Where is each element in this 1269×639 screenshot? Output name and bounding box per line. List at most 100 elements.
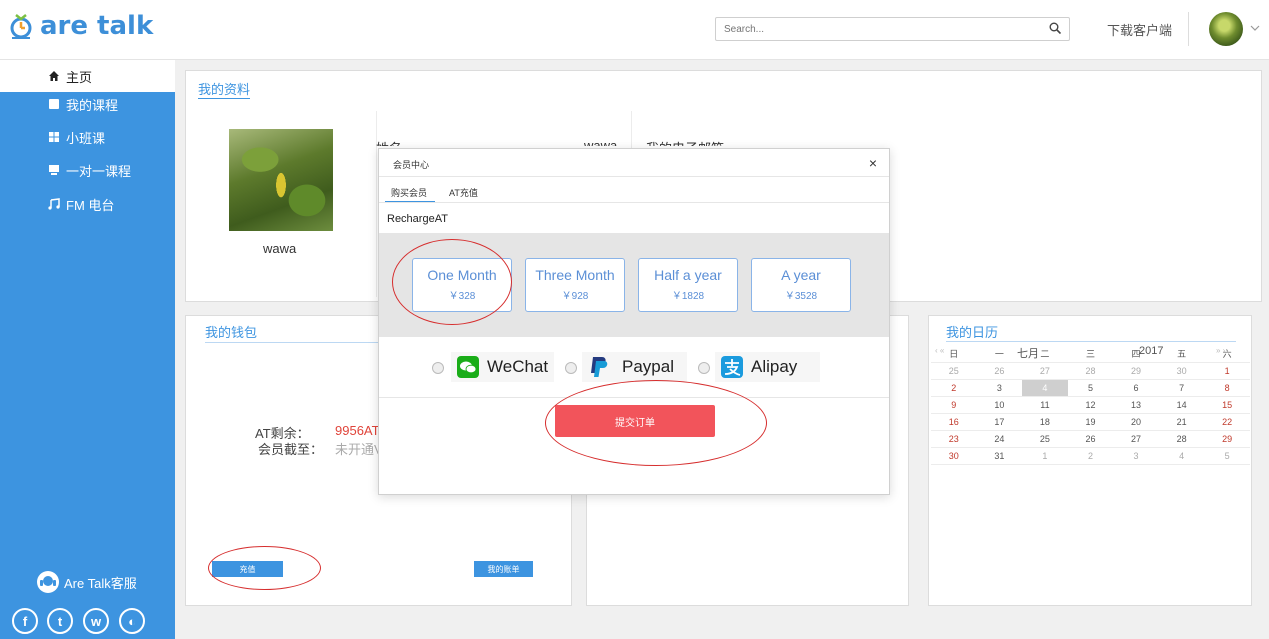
wechat-pay-icon [457, 356, 479, 378]
weekday: 四 [1113, 345, 1159, 363]
calendar-day[interactable]: 19 [1067, 413, 1114, 431]
calendar-day[interactable]: 5 [1067, 379, 1114, 397]
plan-price: ￥3528 [784, 291, 818, 302]
close-icon[interactable]: × [869, 155, 877, 171]
calendar-day[interactable]: 1 [1022, 447, 1068, 465]
calendar-day[interactable]: 6 [1113, 379, 1159, 397]
payment-option-alipay[interactable]: Alipay [715, 352, 820, 382]
calendar-day[interactable]: 13 [1113, 396, 1159, 414]
calendar-day[interactable]: 29 [1204, 430, 1250, 448]
logo[interactable]: are talk [10, 12, 153, 40]
sidebar-item-one-on-one[interactable]: 一对一课程 [0, 154, 175, 186]
sidebar-item-small-class[interactable]: 小班课 [0, 121, 175, 153]
board-icon [49, 165, 59, 175]
calendar-day[interactable]: 26 [1067, 430, 1114, 448]
search-icon[interactable] [1049, 22, 1061, 34]
plan-half-year[interactable]: Half a year ￥1828 [638, 258, 738, 312]
calendar-day[interactable]: 12 [1067, 396, 1114, 414]
calendar-day[interactable]: 5 [1204, 447, 1250, 465]
calendar-week-row: 9 10 11 12 13 14 15 [931, 396, 1250, 414]
calendar-day[interactable]: 20 [1113, 413, 1159, 431]
tab-divider [379, 202, 889, 203]
brand-name: are talk [40, 11, 154, 41]
calendar-day[interactable]: 3 [976, 379, 1023, 397]
sidebar-item-label: 小班课 [66, 130, 106, 146]
paypal-icon [591, 357, 608, 377]
modal-title: 会员中心 [393, 160, 430, 170]
my-bill-button[interactable]: 我的账单 [474, 561, 533, 577]
customer-service-link[interactable]: Are Talk客服 [36, 570, 137, 594]
calendar-day[interactable]: 23 [931, 430, 977, 448]
sidebar-item-my-courses[interactable]: 我的课程 [0, 88, 175, 120]
calendar-day[interactable]: 16 [931, 413, 977, 431]
calendar-day[interactable]: 28 [1067, 362, 1114, 380]
calendar-day[interactable]: 15 [1204, 396, 1250, 414]
tab-at-recharge[interactable]: AT充值 [449, 186, 478, 199]
calendar-day[interactable]: 27 [1022, 362, 1068, 380]
calendar-day[interactable]: 1 [1204, 362, 1250, 380]
calendar-day[interactable]: 27 [1113, 430, 1159, 448]
calendar-day[interactable]: 7 [1158, 379, 1205, 397]
search-input[interactable] [716, 18, 1036, 40]
plan-name: Half a year [654, 267, 722, 283]
calendar-day[interactable]: 11 [1022, 396, 1068, 414]
calendar-day[interactable]: 2 [1067, 447, 1114, 465]
twitter-icon[interactable]: t [47, 608, 73, 634]
sidebar-item-label: 主页 [66, 69, 93, 85]
calendar-day[interactable]: 29 [1113, 362, 1159, 380]
payment-radio-alipay[interactable] [698, 362, 710, 374]
sidebar-item-fm-radio[interactable]: FM 电台 [0, 188, 175, 220]
calendar-day[interactable]: 17 [976, 413, 1023, 431]
avatar[interactable] [1209, 12, 1243, 46]
calendar-day[interactable]: 24 [976, 430, 1023, 448]
chevron-down-icon[interactable] [1250, 23, 1260, 33]
calendar-title-rule [946, 341, 1236, 342]
calendar-day[interactable]: 9 [931, 396, 977, 414]
calendar-day[interactable]: 25 [931, 362, 977, 380]
headset-icon [37, 571, 59, 593]
calendar-day[interactable]: 10 [976, 396, 1023, 414]
tab-buy-membership[interactable]: 购买会员 [391, 186, 427, 199]
calendar-day[interactable]: 4 [1158, 447, 1205, 465]
weekday: 一 [976, 345, 1023, 363]
annotation-circle-recharge [208, 546, 321, 590]
annotation-circle-plan [392, 239, 512, 325]
weekday: 三 [1067, 345, 1114, 363]
logo-icon [10, 14, 32, 39]
calendar-day[interactable]: 18 [1022, 413, 1068, 431]
weibo-icon[interactable]: w [83, 608, 109, 634]
calendar-week-row: 25 26 27 28 29 30 1 [931, 362, 1250, 380]
calendar-day[interactable]: 2 [931, 379, 977, 397]
name-value: wawa [584, 138, 618, 146]
plan-name: Three Month [535, 267, 615, 283]
service-label: Are Talk客服 [64, 575, 137, 591]
calendar-day[interactable]: 21 [1158, 413, 1205, 431]
payment-option-paypal[interactable]: Paypal [582, 352, 687, 382]
calendar-day[interactable]: 31 [976, 447, 1023, 465]
calendar-day[interactable]: 14 [1158, 396, 1205, 414]
plan-three-month[interactable]: Three Month ￥928 [525, 258, 625, 312]
calendar-day[interactable]: 30 [1158, 362, 1205, 380]
payment-radio-wechat[interactable] [432, 362, 444, 374]
calendar-title: 我的日历 [946, 325, 999, 340]
at-remaining-value: 9956AT [335, 423, 380, 438]
calendar-day[interactable]: 30 [931, 447, 977, 465]
calendar-day[interactable]: 25 [1022, 430, 1068, 448]
calendar-day[interactable]: 3 [1113, 447, 1159, 465]
calendar-day[interactable]: 22 [1204, 413, 1250, 431]
calendar-day[interactable]: 28 [1158, 430, 1205, 448]
weekday: 二 [1022, 345, 1068, 363]
calendar-day[interactable]: 26 [976, 362, 1023, 380]
plan-a-year[interactable]: A year ￥3528 [751, 258, 851, 312]
profile-title-rule [198, 98, 250, 99]
wechat-icon[interactable]: ◐ [119, 608, 145, 634]
download-client-link[interactable]: 下载客户端 [1107, 20, 1172, 39]
payment-option-wechat[interactable]: WeChat [451, 352, 555, 382]
facebook-icon[interactable]: f [12, 608, 38, 634]
calendar-day[interactable]: 8 [1204, 379, 1250, 397]
payment-label: Alipay [751, 357, 798, 376]
calendar-day-today[interactable]: 4 [1022, 379, 1068, 397]
payment-radio-paypal[interactable] [565, 362, 577, 374]
wallet-title: 我的钱包 [205, 325, 258, 340]
calendar-week-row: 16 17 18 19 20 21 22 [931, 413, 1250, 431]
